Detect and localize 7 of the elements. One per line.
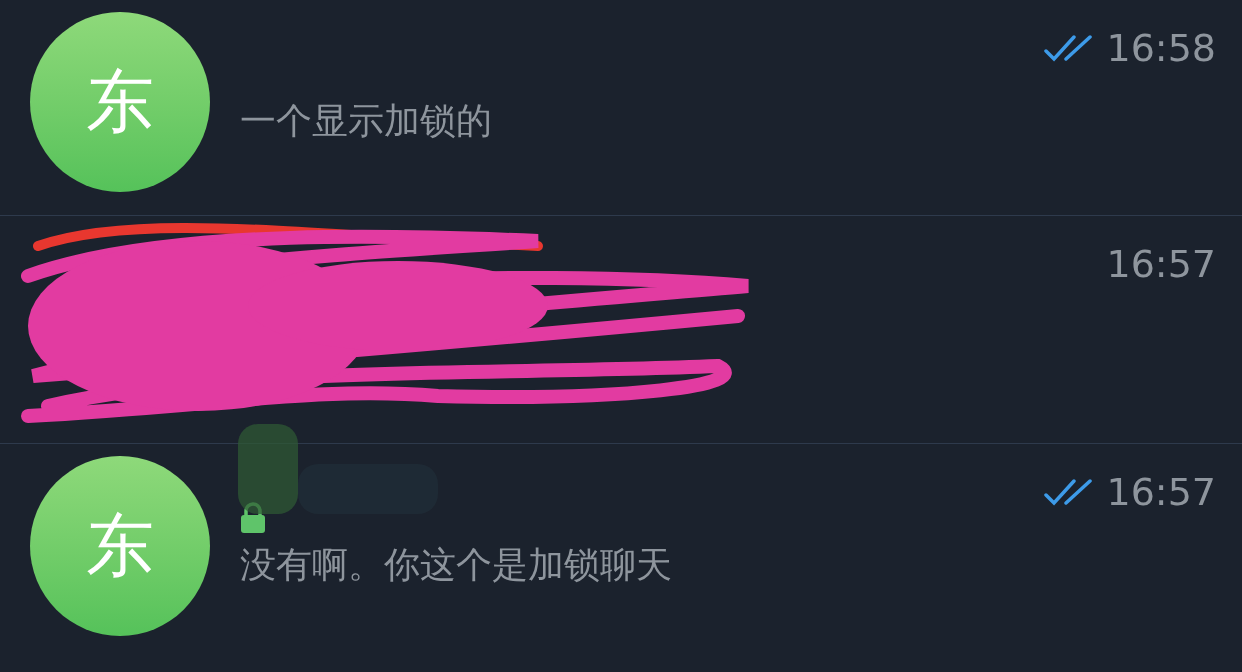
message-time: 16:57	[1106, 469, 1216, 516]
message-time: 16:58	[1106, 25, 1216, 72]
message-preview: 一个显示加锁的	[240, 99, 493, 143]
avatar[interactable]: 东	[30, 12, 210, 192]
message-preview: 没有啊。你这个是加锁聊天	[240, 543, 673, 587]
message-time: 16:57	[1106, 241, 1216, 288]
avatar[interactable]: 东	[30, 456, 210, 636]
